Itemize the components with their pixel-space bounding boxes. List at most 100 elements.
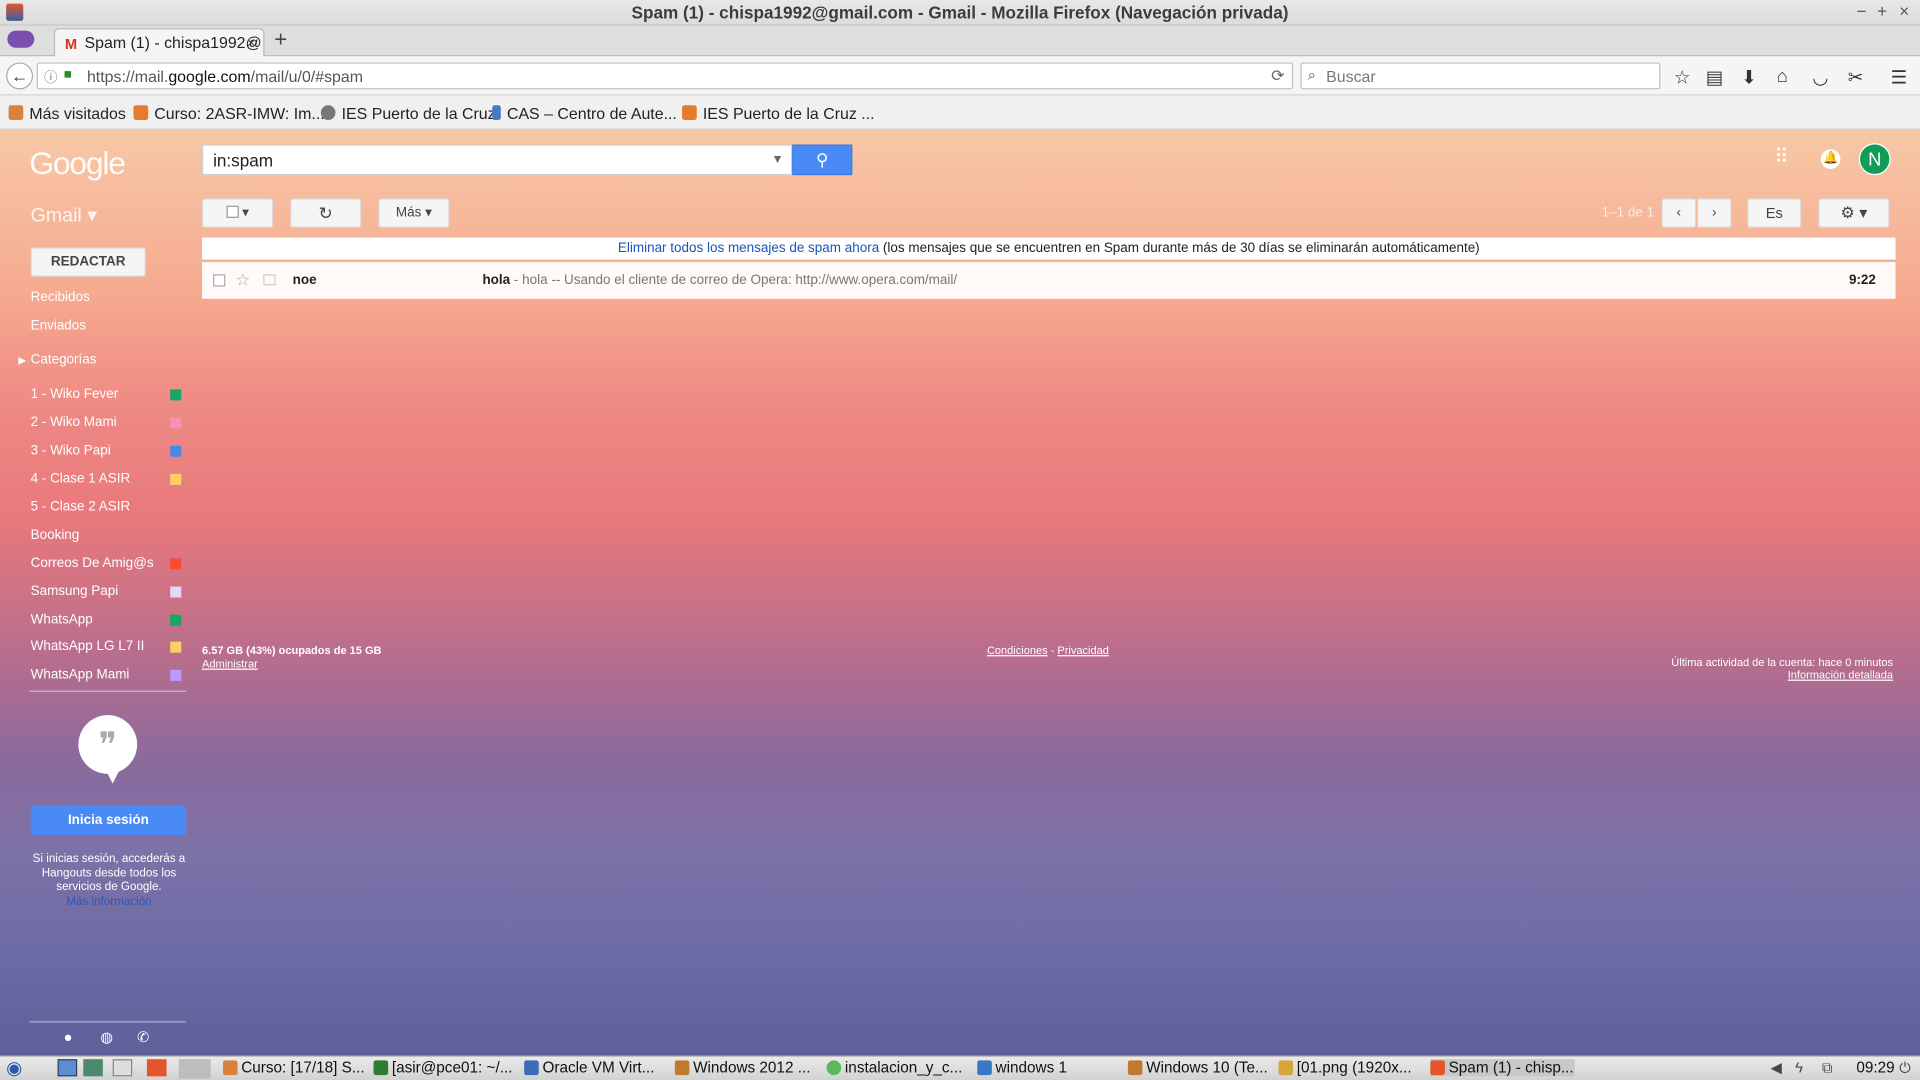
label-color-swatch[interactable] <box>170 389 182 401</box>
google-logo[interactable]: Google <box>29 144 126 182</box>
manage-storage-link[interactable]: Administrar <box>202 658 381 670</box>
bookmark-item[interactable]: IES Puerto de la Cruz ... <box>682 104 875 122</box>
input-language-button[interactable]: Es <box>1747 198 1802 228</box>
menu-icon[interactable]: ☰ <box>1891 66 1907 88</box>
star-icon[interactable]: ☆ <box>1674 66 1690 88</box>
account-activity: Última actividad de la cuenta: hace 0 mi… <box>1671 656 1893 680</box>
avatar[interactable]: N <box>1858 143 1891 176</box>
label-color-swatch[interactable] <box>170 445 182 457</box>
back-button[interactable]: ← <box>6 62 34 90</box>
settings-button[interactable]: ⚙ ▾ <box>1818 198 1890 228</box>
firefox-launcher-icon[interactable] <box>146 1059 167 1077</box>
task-item[interactable]: Windows 10 (Te... <box>1127 1059 1272 1076</box>
power-plug-icon[interactable]: ϟ <box>1795 1059 1803 1076</box>
task-item[interactable]: [01.png (1920x... <box>1278 1059 1422 1076</box>
privacy-link[interactable]: Privacidad <box>1057 644 1108 656</box>
task-item[interactable]: [asir@pce01: ~/... <box>373 1059 517 1076</box>
sidebar-item-categories[interactable]: ▶ Categorías <box>18 353 96 368</box>
sidebar-label[interactable]: 5 - Clase 2 ASIR <box>31 500 131 515</box>
gmail-app-switcher[interactable]: Gmail ▾ <box>31 203 97 227</box>
chevron-down-icon[interactable]: ▼ <box>772 153 784 166</box>
task-item[interactable]: windows 1 <box>977 1059 1121 1076</box>
shutdown-icon[interactable]: ⏻ <box>1899 1059 1911 1077</box>
browser-search-input[interactable]: ⌕ Buscar <box>1300 62 1661 90</box>
more-button[interactable]: Más ▾ <box>378 198 450 228</box>
close-window-button[interactable]: × <box>1899 1 1909 21</box>
older-button[interactable]: › <box>1697 198 1732 228</box>
hangouts-signin-button[interactable]: Inicia sesión <box>30 805 187 836</box>
task-item[interactable]: Curso: [17/18] S... <box>222 1059 367 1076</box>
sidebar-label[interactable]: Samsung Papi <box>31 584 119 599</box>
label-color-swatch[interactable] <box>170 614 182 626</box>
network-icon[interactable]: ⧉ <box>1822 1059 1833 1077</box>
task-item[interactable]: Oracle VM Virt... <box>524 1059 668 1076</box>
reload-icon[interactable]: ⟳ <box>1271 66 1284 86</box>
task-item-active[interactable]: Spam (1) - chisp... <box>1430 1059 1575 1077</box>
star-icon[interactable]: ☆ <box>235 269 250 290</box>
bookmark-item[interactable]: Más visitados <box>8 104 126 122</box>
download-icon[interactable]: ⬇ <box>1741 66 1756 88</box>
pocket-icon[interactable]: ◡ <box>1812 66 1828 88</box>
show-desktop-icon[interactable] <box>57 1059 78 1077</box>
activity-details-link[interactable]: Información detallada <box>1671 669 1893 681</box>
sidebar-label[interactable]: WhatsApp Mami <box>31 667 130 682</box>
browser-tab[interactable]: M Spam (1) - chispa1992@ × <box>53 28 265 58</box>
message-sender: noe <box>292 273 317 288</box>
refresh-button[interactable]: ↻ <box>290 198 362 228</box>
apps-grid-icon[interactable]: ⠿ <box>1774 148 1794 169</box>
delete-all-spam-link[interactable]: Eliminar todos los mensajes de spam ahor… <box>618 241 879 256</box>
bookmark-item[interactable]: Curso: 2ASR-IMW: Im... <box>133 104 325 122</box>
sidebar-label[interactable]: 3 - Wiko Papi <box>31 443 111 458</box>
table-row[interactable]: ☆ noe hola - hola -- Usando el cliente d… <box>202 262 1896 299</box>
row-checkbox[interactable] <box>213 274 226 287</box>
home-icon[interactable]: ⌂ <box>1777 66 1788 87</box>
gmail-favicon-icon: M <box>64 35 78 53</box>
select-all-button[interactable]: ▾ <box>202 198 274 228</box>
chat-bubble-icon[interactable]: ◍ <box>100 1029 113 1046</box>
contacts-icon[interactable]: ● <box>64 1029 73 1046</box>
sidebar-item-sent[interactable]: Enviados <box>31 318 86 333</box>
phone-icon[interactable]: ✆ <box>137 1029 149 1046</box>
label-color-swatch[interactable] <box>170 558 182 570</box>
bookmark-item[interactable]: CAS – Centro de Aute... <box>492 104 677 122</box>
storage-text: 6.57 GB (43%) ocupados de 15 GB <box>202 644 382 657</box>
sidebar-label[interactable]: 1 - Wiko Fever <box>31 387 119 402</box>
maximize-button[interactable]: + <box>1877 1 1887 21</box>
sidebar-label[interactable]: WhatsApp LG L7 II <box>31 639 145 654</box>
bookmarks-list-icon[interactable]: ▤ <box>1706 66 1723 88</box>
bookmark-item[interactable]: IES Puerto de la Cruz <box>320 104 496 122</box>
label-color-swatch[interactable] <box>170 586 182 598</box>
sidebar-label[interactable]: 2 - Wiko Mami <box>31 415 117 430</box>
minimize-button[interactable]: − <box>1856 1 1866 21</box>
start-menu-icon[interactable]: ◉ <box>6 1057 22 1079</box>
label-color-swatch[interactable] <box>170 641 182 653</box>
label-color-swatch[interactable] <box>170 417 182 429</box>
sidebar-item-inbox[interactable]: Recibidos <box>31 290 90 305</box>
file-manager-icon[interactable] <box>83 1059 103 1077</box>
sidebar-label[interactable]: Correos De Amig@s <box>31 556 154 571</box>
url-bar[interactable]: ⓘ ■ https://mail.google.com/mail/u/0/#sp… <box>36 62 1294 90</box>
task-item[interactable]: Windows 2012 ... <box>674 1059 819 1076</box>
hangouts-bottom-bar: ● ◍ ✆ <box>29 1021 187 1048</box>
tab-close-icon[interactable]: × <box>247 33 256 51</box>
volume-icon[interactable]: ◀ <box>1771 1059 1782 1076</box>
new-tab-button[interactable]: + <box>274 27 287 53</box>
compose-button[interactable]: REDACTAR <box>30 247 146 277</box>
mail-search-input[interactable]: in:spam ▼ <box>202 144 793 176</box>
label-color-swatch[interactable] <box>170 473 182 485</box>
more-info-link[interactable]: Más información <box>66 894 151 907</box>
importance-marker-icon[interactable] <box>263 274 276 286</box>
task-item[interactable]: instalacion_y_c... <box>826 1059 971 1076</box>
notification-bell-icon[interactable]: 🔔 <box>1820 149 1841 169</box>
workspace-switcher[interactable] <box>178 1059 211 1079</box>
sidebar-label[interactable]: WhatsApp <box>31 612 93 627</box>
terms-link[interactable]: Condiciones <box>987 644 1048 656</box>
label-color-swatch[interactable] <box>170 669 182 681</box>
newer-button[interactable]: ‹ <box>1661 198 1696 228</box>
info-icon[interactable]: ⓘ <box>44 67 57 87</box>
sidebar-label[interactable]: Booking <box>31 528 80 543</box>
search-button[interactable]: ⚲ <box>792 144 853 176</box>
terminal-launcher-icon[interactable] <box>112 1059 133 1077</box>
screenshot-icon[interactable]: ✂ <box>1848 66 1863 88</box>
sidebar-label[interactable]: 4 - Clase 1 ASIR <box>31 471 131 486</box>
